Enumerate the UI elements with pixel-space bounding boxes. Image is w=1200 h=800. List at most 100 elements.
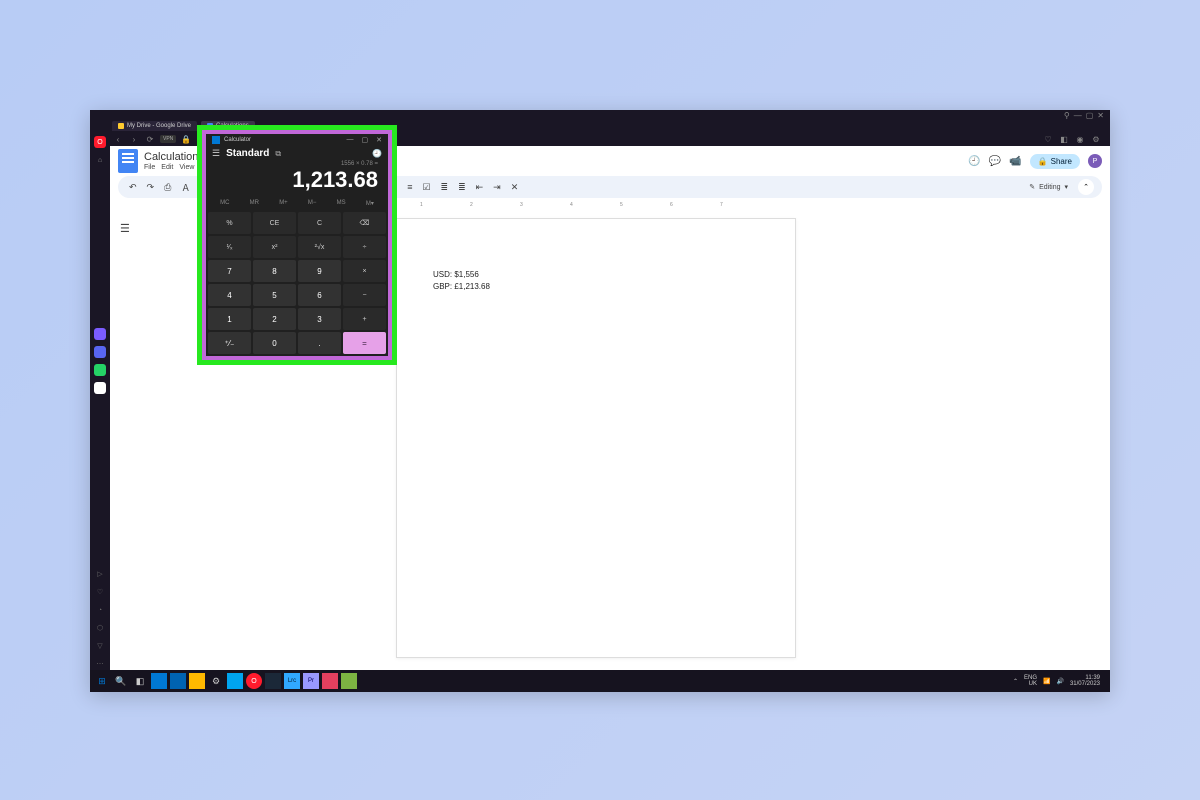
sidebar-app-icon[interactable] xyxy=(94,328,106,340)
mem-sub-button[interactable]: M− xyxy=(306,199,319,208)
mem-list-button[interactable]: M▾ xyxy=(364,199,376,208)
sidebar-icon[interactable]: ◔ xyxy=(94,604,106,616)
editing-mode-button[interactable]: ✎ Editing ▾ xyxy=(1029,183,1068,191)
calc-key-2[interactable]: 2 xyxy=(253,308,296,330)
redo-button[interactable]: ↷ xyxy=(144,180,158,195)
calc-key-x²[interactable]: x² xyxy=(253,236,296,258)
addr-icon[interactable]: ♡ xyxy=(1042,135,1054,144)
calc-key-¹⁄ₓ[interactable]: ¹⁄ₓ xyxy=(208,236,251,258)
mem-clear-button[interactable]: MC xyxy=(218,199,231,208)
calc-key-=[interactable]: = xyxy=(343,332,386,354)
edge-icon[interactable] xyxy=(227,673,243,689)
calc-key-3[interactable]: 3 xyxy=(298,308,341,330)
share-button[interactable]: 🔒 Share xyxy=(1030,154,1080,169)
calc-key-CE[interactable]: CE xyxy=(253,212,296,234)
calc-key-0[interactable]: 0 xyxy=(253,332,296,354)
spacing-button[interactable]: ≡ xyxy=(404,180,415,194)
tiktok-icon[interactable] xyxy=(94,382,106,394)
print-button[interactable]: ⎙ xyxy=(161,180,174,195)
document-body[interactable]: USD: $1,556 GBP: £1,213.68 xyxy=(397,219,795,343)
taskbar-app-icon[interactable] xyxy=(341,673,357,689)
calc-key-6[interactable]: 6 xyxy=(298,284,341,306)
calc-key-C[interactable]: C xyxy=(298,212,341,234)
taskbar-app-icon[interactable] xyxy=(151,673,167,689)
steam-icon[interactable] xyxy=(265,673,281,689)
outline-toggle-button[interactable]: ☰ xyxy=(120,222,130,235)
profile-icon[interactable]: ◉ xyxy=(1074,135,1086,144)
tab-drive[interactable]: My Drive - Google Drive xyxy=(112,121,197,131)
start-button[interactable]: ⊞ xyxy=(94,673,110,689)
vertical-ruler[interactable] xyxy=(132,216,142,664)
calc-key-1[interactable]: 1 xyxy=(208,308,251,330)
menu-view[interactable]: View xyxy=(179,164,194,171)
history-icon[interactable]: 🕘 xyxy=(968,156,980,167)
lightroom-icon[interactable]: Lrc xyxy=(284,673,300,689)
search-icon[interactable]: ⚲ xyxy=(1064,111,1070,120)
calc-key-9[interactable]: 9 xyxy=(298,260,341,282)
checklist-button[interactable]: ☑ xyxy=(419,180,433,195)
sidebar-icon[interactable]: ♡ xyxy=(94,586,106,598)
spellcheck-button[interactable]: Ａ xyxy=(178,179,193,196)
history-icon[interactable]: 🕘 xyxy=(372,149,382,158)
settings-icon[interactable]: ⚙ xyxy=(208,673,224,689)
menu-icon[interactable]: ⚙ xyxy=(1090,135,1102,144)
home-icon[interactable]: ⌂ xyxy=(94,154,106,166)
explorer-icon[interactable] xyxy=(189,673,205,689)
reload-button[interactable]: ⟳ xyxy=(144,135,156,144)
maximize-icon[interactable]: ▢ xyxy=(362,136,369,144)
mem-store-button[interactable]: MS xyxy=(335,199,348,208)
comments-icon[interactable]: 💬 xyxy=(989,156,1001,167)
opera-icon[interactable]: O xyxy=(246,673,262,689)
numbers-button[interactable]: ≣ xyxy=(455,180,469,195)
calc-key-×[interactable]: × xyxy=(343,260,386,282)
calc-key-.[interactable]: . xyxy=(298,332,341,354)
sidebar-icon[interactable]: ⬡ xyxy=(94,622,106,634)
premiere-icon[interactable]: Pr xyxy=(303,673,319,689)
sidebar-more-icon[interactable]: ⋯ xyxy=(94,658,106,670)
calc-key-8[interactable]: 8 xyxy=(253,260,296,282)
calc-key-4[interactable]: 4 xyxy=(208,284,251,306)
docs-logo-icon[interactable] xyxy=(118,149,138,173)
document-title[interactable]: Calculations xyxy=(144,151,204,163)
calc-key-²√x[interactable]: ²√x xyxy=(298,236,341,258)
calc-key-⌫[interactable]: ⌫ xyxy=(343,212,386,234)
minimize-icon[interactable]: — xyxy=(1074,111,1082,120)
whatsapp-icon[interactable] xyxy=(94,364,106,376)
avatar[interactable]: P xyxy=(1088,154,1102,168)
opera-logo-icon[interactable]: O xyxy=(94,136,106,148)
menu-edit[interactable]: Edit xyxy=(161,164,173,171)
volume-icon[interactable]: 🔊 xyxy=(1056,678,1063,685)
calc-key-+[interactable]: + xyxy=(343,308,386,330)
calc-key-−[interactable]: − xyxy=(343,284,386,306)
addr-icon[interactable]: ◧ xyxy=(1058,135,1070,144)
back-button[interactable]: ‹ xyxy=(112,135,124,144)
taskbar-app-icon[interactable] xyxy=(322,673,338,689)
calc-key-5[interactable]: 5 xyxy=(253,284,296,306)
mem-recall-button[interactable]: MR xyxy=(248,199,261,208)
document-page[interactable]: USD: $1,556 GBP: £1,213.68 xyxy=(396,218,796,658)
dedent-button[interactable]: ⇤ xyxy=(473,180,487,195)
task-view-button[interactable]: ◧ xyxy=(132,673,148,689)
vpn-badge[interactable]: VPN xyxy=(160,135,176,143)
maximize-icon[interactable]: ▢ xyxy=(1086,111,1094,120)
bullets-button[interactable]: ≣ xyxy=(438,180,452,195)
minimize-icon[interactable]: — xyxy=(347,136,354,144)
close-icon[interactable]: ✕ xyxy=(376,136,382,144)
close-icon[interactable]: ✕ xyxy=(1097,111,1104,120)
forward-button[interactable]: › xyxy=(128,135,140,144)
meet-icon[interactable]: 📹 xyxy=(1009,156,1021,167)
sidebar-icon[interactable]: ▷ xyxy=(94,568,106,580)
calc-key-7[interactable]: 7 xyxy=(208,260,251,282)
calc-key-⁺⁄₋[interactable]: ⁺⁄₋ xyxy=(208,332,251,354)
menu-file[interactable]: File xyxy=(144,164,155,171)
indent-button[interactable]: ⇥ xyxy=(490,180,504,195)
discord-icon[interactable] xyxy=(94,346,106,358)
mail-icon[interactable] xyxy=(170,673,186,689)
mem-add-button[interactable]: M+ xyxy=(277,199,290,208)
clear-format-button[interactable]: ✕ xyxy=(508,180,522,195)
calc-key-%[interactable]: % xyxy=(208,212,251,234)
collapse-toolbar-button[interactable]: ⌃ xyxy=(1078,179,1094,195)
hamburger-icon[interactable]: ☰ xyxy=(212,148,220,159)
system-tray[interactable]: ⌃ ENG UK 📶 🔊 11:39 31/07/2023 xyxy=(1013,675,1106,687)
keep-on-top-icon[interactable]: ⧉ xyxy=(275,149,281,159)
